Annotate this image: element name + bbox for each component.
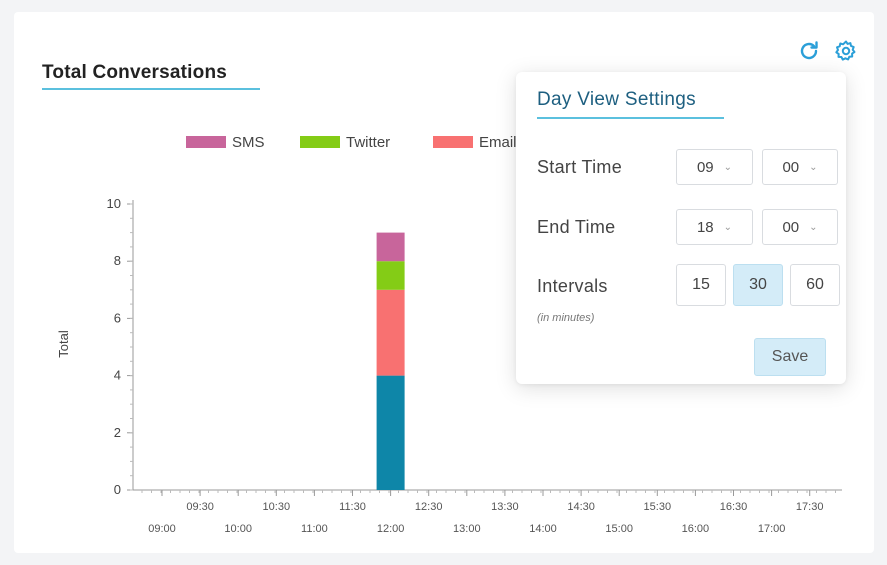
x-tick-label: 11:30 — [339, 501, 366, 513]
chevron-down-icon: ⌄ — [809, 161, 818, 173]
y-tick-label: 0 — [114, 482, 121, 497]
x-tick-label: 10:30 — [263, 501, 291, 513]
x-tick-label: 13:00 — [453, 523, 481, 535]
day-view-settings-popup: Day View Settings Start Time 09 ⌄ 00 ⌄ E… — [516, 72, 846, 384]
interval-30-button[interactable]: 30 — [733, 264, 783, 306]
chevron-down-icon: ⌄ — [809, 221, 818, 233]
x-tick-label: 12:30 — [415, 501, 443, 513]
x-tick-label: 14:30 — [567, 501, 595, 513]
end-minute-select[interactable]: 00 ⌄ — [762, 209, 838, 245]
y-tick-label: 4 — [114, 368, 121, 383]
x-tick-label: 14:00 — [529, 523, 557, 535]
start-hour-value: 09 — [696, 158, 714, 176]
x-tick-label: 16:00 — [682, 523, 710, 535]
start-hour-select[interactable]: 09 ⌄ — [676, 149, 753, 185]
start-minute-select[interactable]: 00 ⌄ — [762, 149, 838, 185]
x-tick-label: 09:00 — [148, 523, 176, 535]
chevron-down-icon: ⌄ — [723, 161, 733, 173]
x-tick-label: 13:30 — [491, 501, 519, 513]
intervals-label: Intervals — [537, 276, 608, 296]
start-minute-value: 00 — [782, 158, 800, 176]
x-tick-label: 10:00 — [224, 523, 252, 535]
y-tick-label: 10 — [107, 196, 121, 211]
chevron-down-icon: ⌄ — [723, 221, 733, 233]
interval-15-button[interactable]: 15 — [676, 264, 726, 306]
end-hour-value: 18 — [696, 218, 714, 236]
start-time-label: Start Time — [537, 157, 623, 177]
x-tick-label: 17:30 — [796, 501, 824, 513]
intervals-sublabel: (in minutes) — [537, 312, 595, 324]
bar-segment-other — [376, 375, 405, 490]
y-tick-label: 2 — [114, 425, 121, 440]
x-tick-label: 16:30 — [720, 501, 748, 513]
bar-segment-email — [376, 289, 405, 376]
popup-title: Day View Settings — [537, 89, 696, 110]
x-tick-label: 12:00 — [377, 523, 405, 535]
x-tick-label: 11:00 — [301, 523, 328, 535]
x-tick-label: 17:00 — [758, 523, 786, 535]
y-axis-label: Total — [56, 330, 71, 358]
y-tick-label: 6 — [114, 310, 121, 325]
x-tick-label: 15:00 — [605, 523, 633, 535]
x-tick-label: 15:30 — [644, 501, 672, 513]
save-button[interactable]: Save — [754, 338, 826, 376]
popup-title-underline — [537, 117, 724, 119]
end-hour-select[interactable]: 18 ⌄ — [676, 209, 753, 245]
bar-segment-sms — [376, 232, 405, 262]
end-minute-value: 00 — [782, 218, 800, 236]
bar-segment-twitter — [376, 261, 405, 290]
end-time-label: End Time — [537, 217, 616, 237]
y-tick-label: 8 — [114, 253, 121, 268]
x-tick-label: 09:30 — [186, 501, 214, 513]
interval-60-button[interactable]: 60 — [790, 264, 840, 306]
